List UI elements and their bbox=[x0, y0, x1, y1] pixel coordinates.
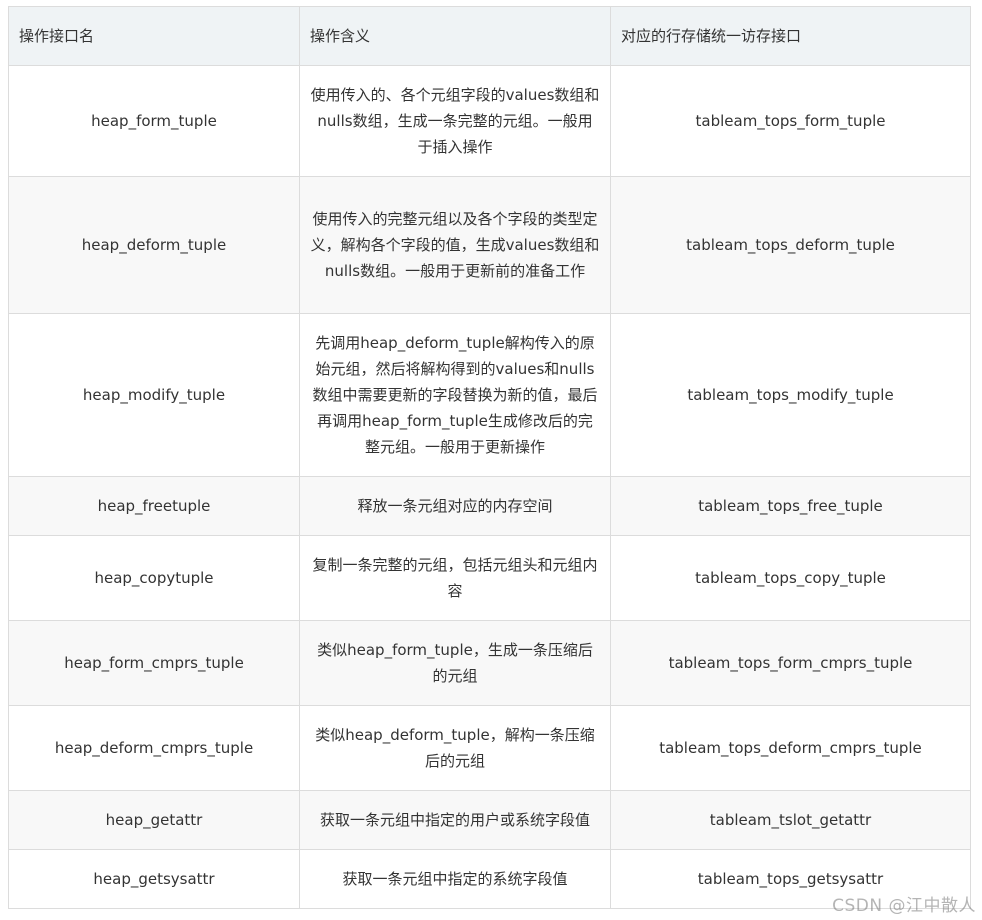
table-row: heap_form_cmprs_tuple 类似heap_form_tuple，… bbox=[8, 620, 971, 706]
operation-meaning-cell: 类似heap_deform_tuple，解构一条压缩后的元组 bbox=[299, 705, 611, 791]
csdn-watermark: CSDN @江中散人 bbox=[832, 896, 976, 916]
table-row: heap_getattr 获取一条元组中指定的用户或系统字段值 tableam_… bbox=[8, 790, 971, 850]
interface-cell: tableam_tops_form_cmprs_tuple bbox=[610, 620, 971, 706]
table-header: 操作接口名 操作含义 对应的行存储统一访存接口 bbox=[8, 6, 971, 66]
operation-name-cell: heap_getattr bbox=[8, 790, 300, 850]
operation-name-cell: heap_deform_cmprs_tuple bbox=[8, 705, 300, 791]
operation-name-cell: heap_deform_tuple bbox=[8, 176, 300, 314]
operation-meaning-cell: 释放一条元组对应的内存空间 bbox=[299, 476, 611, 536]
operation-name-cell: heap_copytuple bbox=[8, 535, 300, 621]
interface-cell: tableam_tops_form_tuple bbox=[610, 65, 971, 177]
operation-meaning-cell: 获取一条元组中指定的用户或系统字段值 bbox=[299, 790, 611, 850]
interface-cell: tableam_tops_deform_cmprs_tuple bbox=[610, 705, 971, 791]
operation-meaning-cell: 先调用heap_deform_tuple解构传入的原始元组，然后将解构得到的va… bbox=[299, 313, 611, 477]
header-operation-meaning: 操作含义 bbox=[299, 6, 611, 66]
operation-meaning-cell: 获取一条元组中指定的系统字段值 bbox=[299, 849, 611, 909]
table-row: heap_copytuple 复制一条完整的元组，包括元组头和元组内容 tabl… bbox=[8, 535, 971, 621]
interface-cell: tableam_tops_free_tuple bbox=[610, 476, 971, 536]
table-row: heap_deform_cmprs_tuple 类似heap_deform_tu… bbox=[8, 705, 971, 791]
table-row: heap_freetuple 释放一条元组对应的内存空间 tableam_top… bbox=[8, 476, 971, 536]
table-row: heap_getsysattr 获取一条元组中指定的系统字段值 tableam_… bbox=[8, 849, 971, 909]
header-operation-name: 操作接口名 bbox=[8, 6, 300, 66]
operation-name-cell: heap_form_cmprs_tuple bbox=[8, 620, 300, 706]
table-body: heap_form_tuple 使用传入的、各个元组字段的values数组和nu… bbox=[8, 65, 971, 909]
interface-cell: tableam_tops_copy_tuple bbox=[610, 535, 971, 621]
table-row: heap_form_tuple 使用传入的、各个元组字段的values数组和nu… bbox=[8, 65, 971, 177]
operation-name-cell: heap_getsysattr bbox=[8, 849, 300, 909]
table-row: heap_modify_tuple 先调用heap_deform_tuple解构… bbox=[8, 313, 971, 477]
operation-meaning-cell: 复制一条完整的元组，包括元组头和元组内容 bbox=[299, 535, 611, 621]
operation-meaning-cell: 使用传入的、各个元组字段的values数组和nulls数组，生成一条完整的元组。… bbox=[299, 65, 611, 177]
interface-cell: tableam_tops_modify_tuple bbox=[610, 313, 971, 477]
operation-meaning-cell: 使用传入的完整元组以及各个字段的类型定义，解构各个字段的值，生成values数组… bbox=[299, 176, 611, 314]
header-row: 操作接口名 操作含义 对应的行存储统一访存接口 bbox=[8, 6, 971, 66]
api-mapping-table: 操作接口名 操作含义 对应的行存储统一访存接口 heap_form_tuple … bbox=[8, 6, 971, 909]
table-row: heap_deform_tuple 使用传入的完整元组以及各个字段的类型定义，解… bbox=[8, 176, 971, 314]
header-row-store-interface: 对应的行存储统一访存接口 bbox=[610, 6, 971, 66]
operation-name-cell: heap_modify_tuple bbox=[8, 313, 300, 477]
operation-meaning-cell: 类似heap_form_tuple，生成一条压缩后的元组 bbox=[299, 620, 611, 706]
operation-name-cell: heap_form_tuple bbox=[8, 65, 300, 177]
interface-cell: tableam_tslot_getattr bbox=[610, 790, 971, 850]
interface-cell: tableam_tops_deform_tuple bbox=[610, 176, 971, 314]
operation-name-cell: heap_freetuple bbox=[8, 476, 300, 536]
